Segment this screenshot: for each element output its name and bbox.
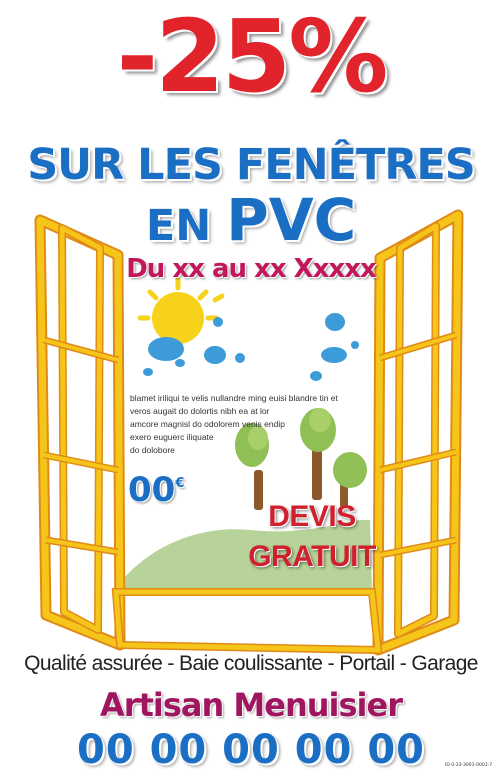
- body-text-line: exero euguerc iliquate: [130, 432, 214, 442]
- price: 00€: [128, 470, 184, 510]
- sun-icon: [137, 277, 225, 344]
- price-currency: €: [175, 476, 185, 491]
- business-title: Artisan Menuisier: [100, 686, 403, 724]
- phone-number[interactable]: 00 00 00 00 00: [0, 727, 502, 773]
- headline-line-1: SUR LES FENÊTRES: [27, 140, 476, 190]
- body-text-line: amcore magnisl do odolorem venis endip: [130, 419, 285, 429]
- body-text-line: do dolobore: [130, 445, 175, 455]
- free-quote-badge-line-2: GRATUIT: [248, 540, 376, 573]
- headline-prefix: EN: [145, 201, 212, 251]
- promo-dates: Du xx au xx Xxxxx: [126, 254, 377, 284]
- free-quote-badge-line-1: DEVIS: [268, 500, 356, 533]
- services-list: Qualité assurée - Baie coulissante - Por…: [24, 652, 478, 675]
- window-sill: [111, 588, 383, 655]
- body-text-line: veros augait do dolortis nibh ea at lor: [130, 406, 270, 416]
- headline-product: PVC: [226, 186, 357, 254]
- body-text-block: blamet iriliqui te velis nullandre ming …: [130, 392, 350, 457]
- discount-headline: -25%: [116, 0, 389, 115]
- body-text-line: blamet iriliqui te velis nullandre ming …: [130, 393, 338, 403]
- headline-line-2: EN PVC: [0, 191, 502, 251]
- price-value: 00: [128, 470, 176, 510]
- reference-code: ID 0-33-3001-0001-7: [445, 763, 493, 768]
